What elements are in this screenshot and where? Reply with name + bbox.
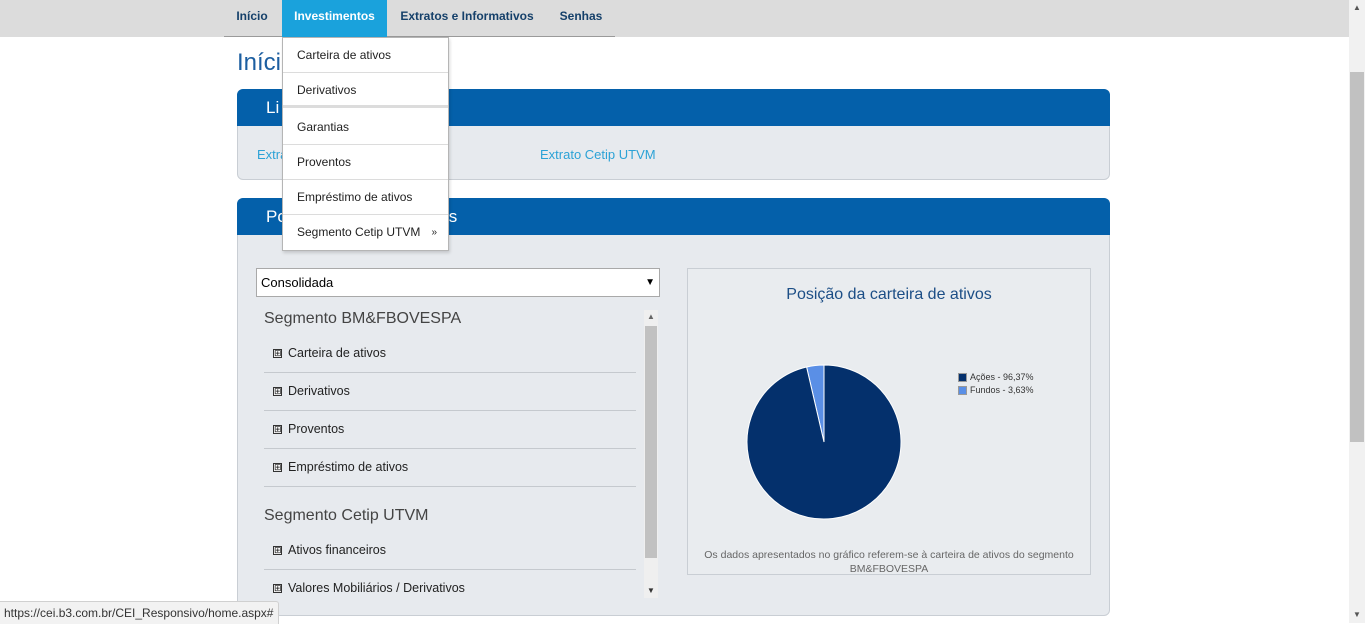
nav-extratos[interactable]: Extratos e Informativos (389, 0, 545, 37)
legend-label: Ações - 96,37% (970, 372, 1034, 382)
scroll-down-icon[interactable]: ▼ (1349, 607, 1365, 623)
status-bar-url: https://cei.b3.com.br/CEI_Responsivo/hom… (0, 601, 280, 624)
segment-list: Segmento BM&FBOVESPA ⊞ Carteira de ativo… (256, 310, 660, 598)
page-scrollbar-thumb[interactable] (1350, 72, 1364, 442)
list-item-label: Proventos (288, 422, 345, 436)
list-scrollbar[interactable]: ▲ ▼ (644, 310, 658, 598)
legend-swatch (958, 373, 967, 383)
list-item-label: Ativos financeiros (288, 543, 386, 557)
top-nav-bar: Início Investimentos Extratos e Informat… (0, 0, 1349, 37)
list-item[interactable]: ⊞ Derivativos (264, 373, 636, 411)
position-panel-title-end: s (448, 207, 458, 226)
menu-item-carteira[interactable]: Carteira de ativos (283, 38, 448, 73)
nav-investimentos[interactable]: Investimentos (282, 0, 387, 37)
chart-container: Posição da carteira de ativos Ações - 96… (687, 268, 1091, 575)
pie-chart (746, 364, 902, 520)
legend-swatch (958, 386, 967, 396)
expand-plus-icon[interactable]: ⊞ (273, 584, 282, 593)
expand-plus-icon[interactable]: ⊞ (273, 463, 282, 472)
menu-item-proventos[interactable]: Proventos (283, 145, 448, 180)
list-scrollbar-thumb[interactable] (645, 326, 657, 558)
chart-note: Os dados apresentados no gráfico referem… (704, 549, 1074, 575)
list-item[interactable]: ⊞ Carteira de ativos (264, 335, 636, 373)
scroll-up-icon[interactable]: ▲ (1349, 0, 1365, 16)
list-item[interactable]: ⊞ Valores Mobiliários / Derivativos (264, 570, 636, 598)
menu-item-label: Segmento Cetip UTVM (297, 225, 421, 239)
legend-item-acoes: Ações - 96,37% (958, 372, 1034, 385)
nav-senhas[interactable]: Senhas (549, 0, 613, 37)
list-item[interactable]: ⊞ Proventos (264, 411, 636, 449)
expand-plus-icon[interactable]: ⊞ (273, 425, 282, 434)
menu-item-segmento-cetip[interactable]: Segmento Cetip UTVM » (283, 215, 448, 250)
scroll-down-icon[interactable]: ▼ (644, 584, 658, 598)
list-item[interactable]: ⊞ Ativos financeiros (264, 532, 636, 570)
menu-item-emprestimo[interactable]: Empréstimo de ativos (283, 180, 448, 215)
menu-item-derivativos[interactable]: Derivativos (283, 73, 448, 108)
chart-title: Posição da carteira de ativos (786, 286, 992, 303)
page-scrollbar[interactable]: ▲ ▼ (1349, 0, 1365, 623)
submenu-arrow-icon: » (431, 227, 437, 238)
menu-item-garantias[interactable]: Garantias (283, 110, 448, 145)
legend-label: Fundos - 3,63% (970, 385, 1034, 395)
pie-slice-aes (746, 364, 902, 520)
scroll-up-icon[interactable]: ▲ (644, 310, 658, 324)
chart-legend: Ações - 96,37% Fundos - 3,63% (958, 372, 1034, 398)
expand-plus-icon[interactable]: ⊞ (273, 387, 282, 396)
nav-inicio[interactable]: Início (224, 0, 280, 37)
expand-plus-icon[interactable]: ⊞ (273, 546, 282, 555)
expand-plus-icon[interactable]: ⊞ (273, 349, 282, 358)
chevron-down-icon: ▼ (645, 277, 655, 288)
list-item-label: Carteira de ativos (288, 346, 386, 360)
list-item-label: Valores Mobiliários / Derivativos (288, 581, 465, 595)
portfolio-select-value: Consolidada (261, 275, 334, 290)
investimentos-dropdown-menu: Carteira de ativos Derivativos Garantias… (282, 37, 449, 251)
list-item-label: Derivativos (288, 384, 350, 398)
segment-title-bmf: Segmento BM&FBOVESPA (264, 310, 462, 327)
list-item[interactable]: ⊞ Empréstimo de ativos (264, 449, 636, 487)
list-item-label: Empréstimo de ativos (288, 460, 409, 474)
portfolio-select[interactable]: Consolidada ▼ (256, 268, 660, 297)
legend-item-fundos: Fundos - 3,63% (958, 385, 1034, 398)
segment-title-cetip: Segmento Cetip UTVM (264, 507, 429, 524)
extrato-cetip-link[interactable]: Extrato Cetip UTVM (540, 147, 656, 162)
